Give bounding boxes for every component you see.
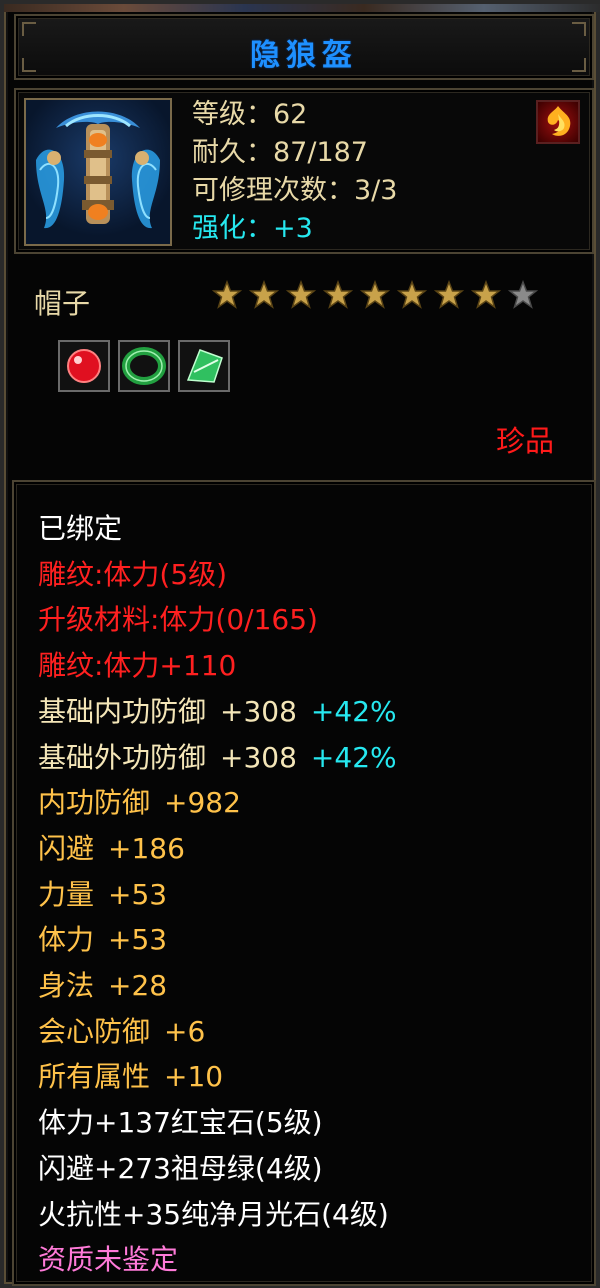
attribute-row: 体力 +53: [38, 917, 397, 963]
attribute-row: 所有属性 +10: [38, 1054, 397, 1100]
base-stat-value: +308: [220, 740, 297, 774]
aptitude-status: 资质未鉴定: [38, 1243, 179, 1277]
carving-bonus: 雕纹:体力+110: [38, 649, 237, 683]
gem-line: 体力+137红宝石(5级): [38, 1106, 323, 1140]
attribute-value: +53: [108, 923, 168, 957]
bound-status: 已绑定: [38, 512, 123, 545]
attribute-value: +10: [164, 1060, 224, 1094]
ruby-gem-icon: [58, 340, 110, 392]
star-filled-icon: [248, 279, 286, 314]
gem-slots: [58, 340, 238, 394]
attribute-row: 闪避 +186: [38, 826, 397, 872]
attribute-name: 内功防御: [38, 786, 151, 820]
base-stat-row: 基础外功防御 +308 +42%: [38, 735, 397, 781]
base-stat-pct: +42%: [310, 694, 397, 728]
star-empty-icon: [507, 279, 545, 314]
star-rating: [211, 279, 545, 314]
enhance-row: 强化：+3: [192, 210, 397, 248]
jade-shard-gem-icon: [178, 340, 230, 392]
star-filled-icon: [470, 279, 508, 314]
star-filled-icon: [211, 279, 249, 314]
attribute-name: 会心防御: [38, 1014, 151, 1048]
star-filled-icon: [285, 279, 323, 314]
item-info-box: 等级：62 耐久：87/187 可修理次数：3/3 强化：+3: [14, 88, 594, 254]
durability-label: 耐久：87/187: [192, 137, 368, 168]
base-stat-pct: +42%: [310, 740, 397, 774]
attribute-row: 内功防御 +982: [38, 780, 397, 826]
flame-class-icon: [536, 100, 580, 144]
gem-line: 火抗性+35纯净月光石(4级): [38, 1197, 389, 1231]
attribute-value: +53: [108, 877, 168, 911]
repair-count-label: 可修理次数：3/3: [192, 175, 398, 206]
attribute-name: 闪避: [38, 831, 95, 865]
base-stat-row: 基础内功防御 +308 +42%: [38, 689, 397, 735]
level-label: 等级：62: [192, 99, 308, 130]
enhance-value: +3: [273, 213, 313, 244]
carving-level: 雕纹:体力(5级): [38, 557, 228, 591]
base-stat-value: +308: [220, 694, 297, 728]
attribute-name: 力量: [38, 877, 95, 911]
quality-label: 珍品: [495, 424, 554, 458]
item-tooltip: 隐狼盔 等级：62 耐久：87/187 可修理次数：3/3 强化：+3 帽子 珍…: [0, 0, 600, 1288]
enhance-label: 强化：: [192, 213, 273, 244]
attribute-name: 身法: [38, 969, 95, 1003]
item-type-name: 帽子: [34, 287, 91, 320]
attribute-value: +982: [164, 786, 241, 820]
star-filled-icon: [433, 279, 471, 314]
attribute-value: +186: [108, 831, 185, 865]
base-stat-name: 基础外功防御: [38, 740, 207, 774]
top-decor-strip: [4, 4, 600, 12]
attribute-name: 体力: [38, 923, 95, 957]
star-filled-icon: [396, 279, 434, 314]
attribute-row: 力量 +53: [38, 872, 397, 918]
attribute-value: +6: [164, 1014, 206, 1048]
star-filled-icon: [359, 279, 397, 314]
star-filled-icon: [322, 279, 360, 314]
emerald-ring-gem-icon: [118, 340, 170, 392]
base-stat-name: 基础内功防御: [38, 694, 207, 728]
upgrade-material: 升级材料:体力(0/165): [38, 603, 318, 637]
title-bar: 隐狼盔: [14, 14, 594, 80]
attribute-name: 所有属性: [38, 1060, 151, 1094]
item-details-box: 已绑定 雕纹:体力(5级) 升级材料:体力(0/165) 雕纹:体力+110 基…: [12, 480, 596, 1286]
item-details: 已绑定 雕纹:体力(5级) 升级材料:体力(0/165) 雕纹:体力+110 基…: [38, 506, 397, 1283]
gem-line: 闪避+273祖母绿(4级): [38, 1151, 323, 1185]
helmet-icon: [24, 98, 172, 246]
attribute-value: +28: [108, 969, 168, 1003]
attribute-row: 会心防御 +6: [38, 1009, 397, 1055]
item-stats: 等级：62 耐久：87/187 可修理次数：3/3 强化：+3: [192, 96, 397, 248]
item-title: 隐狼盔: [250, 38, 358, 73]
attribute-row: 身法 +28: [38, 963, 397, 1009]
